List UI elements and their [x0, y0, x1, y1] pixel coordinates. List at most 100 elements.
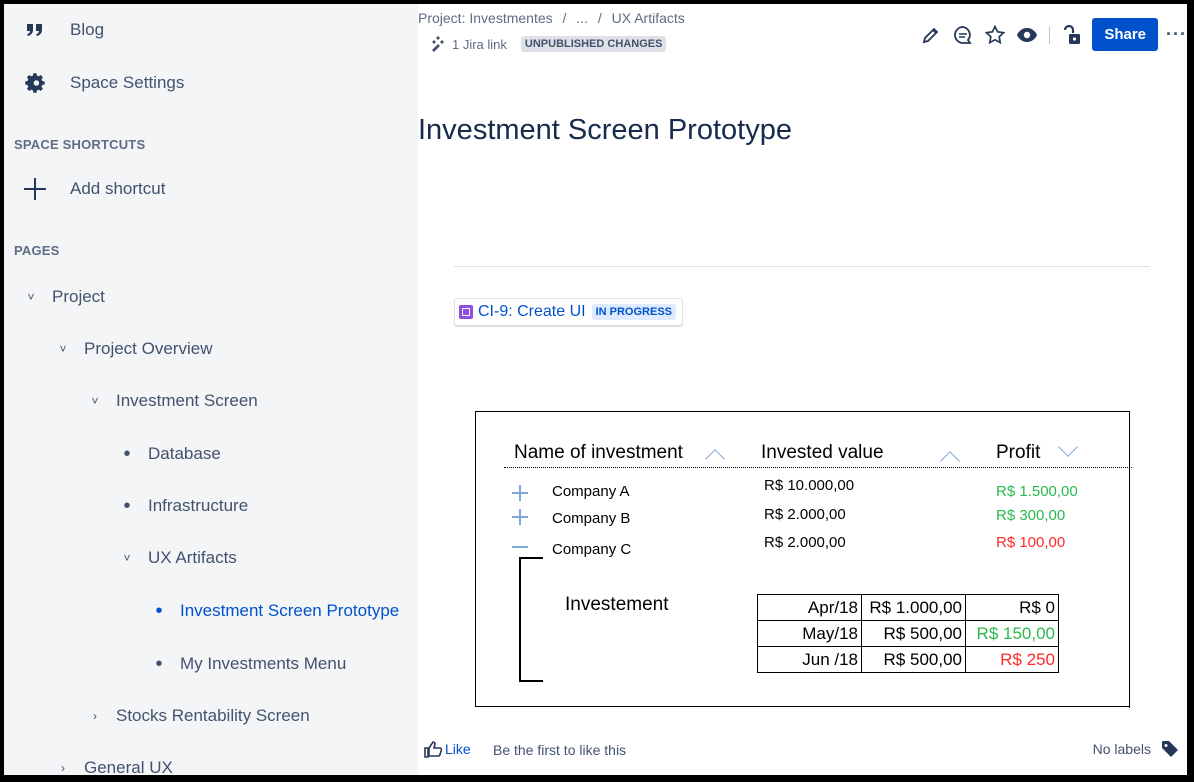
tree-item-general-ux[interactable]: › General UX [56, 758, 173, 777]
like-prompt: Be the first to like this [493, 742, 627, 758]
row-profit: R$ 1.500,00 [996, 483, 1078, 500]
tree-item-project-overview[interactable]: ˅ Project Overview [56, 339, 212, 359]
quote-icon [22, 22, 48, 38]
image-edge [1129, 412, 1130, 708]
sidebar-item-label: Blog [70, 20, 105, 39]
unlock-icon[interactable] [1060, 23, 1084, 47]
bullet-icon: • [123, 495, 131, 517]
page-toolbar: Share ··· [919, 18, 1187, 51]
row-company: Company A [552, 483, 630, 500]
sidebar-item-blog[interactable]: Blog [22, 20, 104, 40]
thumbs-up-icon [424, 740, 442, 758]
row-invested: R$ 2.000,00 [764, 506, 846, 523]
chevron-down-icon[interactable]: ˅ [120, 551, 134, 565]
chevron-down-icon[interactable]: ˅ [88, 394, 102, 408]
header-profit: Profit [996, 442, 1041, 463]
tree-item-investment-screen-prototype[interactable]: • Investment Screen Prototype [152, 601, 399, 621]
detail-value: R$ 500,00 [861, 646, 966, 673]
tree-item-label: General UX [84, 758, 173, 777]
row-company: Company B [552, 510, 631, 527]
prototype-image: Name of investment Invested value Profit… [475, 411, 1132, 708]
tree-item-label: Stocks Rentability Screen [116, 706, 310, 725]
tree-item-database[interactable]: • Database [120, 443, 221, 465]
breadcrumb-parent[interactable]: UX Artifacts [612, 10, 685, 26]
expand-icon [512, 509, 528, 525]
expand-icon [512, 485, 528, 501]
bullet-icon: • [123, 443, 131, 465]
toolbar-divider [1049, 25, 1051, 44]
space-shortcuts-heading: SPACE SHORTCUTS [14, 137, 146, 152]
detail-bracket [519, 557, 543, 682]
chevron-right-icon[interactable]: › [56, 761, 70, 775]
breadcrumb-separator: / [597, 10, 602, 26]
tree-item-label: Project [52, 287, 105, 306]
tree-item-label: Database [148, 444, 221, 463]
jira-link[interactable]: 1 Jira link [452, 37, 507, 52]
tree-item-project[interactable]: ˅ Project [24, 287, 105, 307]
tree-item-label: UX Artifacts [148, 548, 237, 567]
comment-icon[interactable] [951, 23, 975, 47]
label-tag-icon[interactable] [1161, 740, 1179, 758]
tree-item-infrastructure[interactable]: • Infrastructure [120, 496, 248, 516]
detail-value: R$ 500,00 [861, 620, 966, 647]
jira-issue-link[interactable]: CI-9: Create UI [478, 303, 586, 321]
detail-value: R$ 1.000,00 [861, 594, 966, 621]
jira-link-row: 1 Jira link UNPUBLISHED CHANGES [430, 36, 667, 52]
like-button[interactable]: Like [424, 740, 471, 758]
no-labels-text: No labels [1092, 741, 1151, 757]
main-content: Project: Investmentes / ... / UX Artifac… [418, 4, 1187, 775]
detail-profit: R$ 0 [965, 594, 1059, 621]
header-name-of-investment: Name of investment [514, 442, 683, 463]
tree-item-label: Investment Screen [116, 391, 258, 410]
tree-item-label: My Investments Menu [180, 654, 347, 673]
breadcrumb-space[interactable]: Project: Investmentes [418, 10, 553, 26]
star-icon[interactable] [983, 23, 1007, 47]
plus-icon [22, 178, 48, 200]
share-button[interactable]: Share [1092, 18, 1159, 51]
tree-item-my-investments-menu[interactable]: • My Investments Menu [152, 654, 346, 674]
app-window: Blog Space Settings SPACE SHORTCUTS Add … [0, 0, 1194, 782]
tree-item-label: Investment Screen Prototype [180, 601, 400, 620]
sidebar-item-label: Add shortcut [70, 179, 166, 198]
table-row: Apr/18 R$ 1.000,00 R$ 0 [757, 594, 1059, 621]
breadcrumb-ellipsis[interactable]: ... [576, 10, 588, 26]
jira-icon [430, 36, 446, 52]
add-shortcut-button[interactable]: Add shortcut [22, 178, 165, 200]
sidebar: Blog Space Settings SPACE SHORTCUTS Add … [4, 4, 418, 777]
detail-profit: R$ 150,00 [965, 620, 1059, 647]
chevron-down-icon[interactable]: ˅ [24, 290, 38, 304]
chevron-right-icon[interactable]: › [88, 709, 102, 723]
tree-item-label: Project Overview [84, 339, 213, 358]
more-actions-button[interactable]: ··· [1166, 24, 1187, 45]
collapse-icon [512, 546, 528, 548]
bullet-icon: • [155, 600, 163, 622]
edit-pencil-icon[interactable] [919, 23, 943, 47]
row-invested: R$ 2.000,00 [764, 534, 846, 551]
row-invested: R$ 10.000,00 [764, 477, 855, 494]
bullet-icon: • [155, 653, 163, 675]
detail-month: Jun /18 [757, 646, 862, 673]
table-row: Jun /18 R$ 500,00 R$ 250 [757, 646, 1059, 673]
row-profit: R$ 100,00 [996, 534, 1066, 551]
detail-month: May/18 [757, 620, 862, 647]
jira-issue-macro[interactable]: CI-9: Create UI IN PROGRESS [454, 298, 683, 326]
detail-table: Apr/18 R$ 1.000,00 R$ 0 May/18 R$ 500,00… [757, 594, 1059, 673]
header-separator [504, 467, 1132, 468]
tree-item-stocks-rentability-screen[interactable]: › Stocks Rentability Screen [88, 706, 310, 726]
sort-down-icon [1058, 437, 1078, 457]
tree-item-investment-screen[interactable]: ˅ Investment Screen [88, 391, 258, 411]
page-labels: No labels [1093, 740, 1179, 758]
unpublished-changes-badge: UNPUBLISHED CHANGES [520, 36, 667, 52]
jira-issue-type-icon [459, 305, 473, 319]
pages-heading: PAGES [14, 243, 60, 258]
detail-label: Investement [565, 594, 669, 615]
detail-month: Apr/18 [757, 594, 862, 621]
row-company: Company C [552, 541, 632, 558]
tree-item-ux-artifacts[interactable]: ˅ UX Artifacts [120, 548, 237, 568]
chevron-down-icon[interactable]: ˅ [56, 342, 70, 356]
sidebar-item-space-settings[interactable]: Space Settings [22, 72, 184, 94]
tree-item-label: Infrastructure [148, 496, 249, 515]
content-divider [454, 266, 1150, 267]
page-title: Investment Screen Prototype [418, 114, 792, 146]
watch-eye-icon[interactable] [1015, 23, 1039, 47]
